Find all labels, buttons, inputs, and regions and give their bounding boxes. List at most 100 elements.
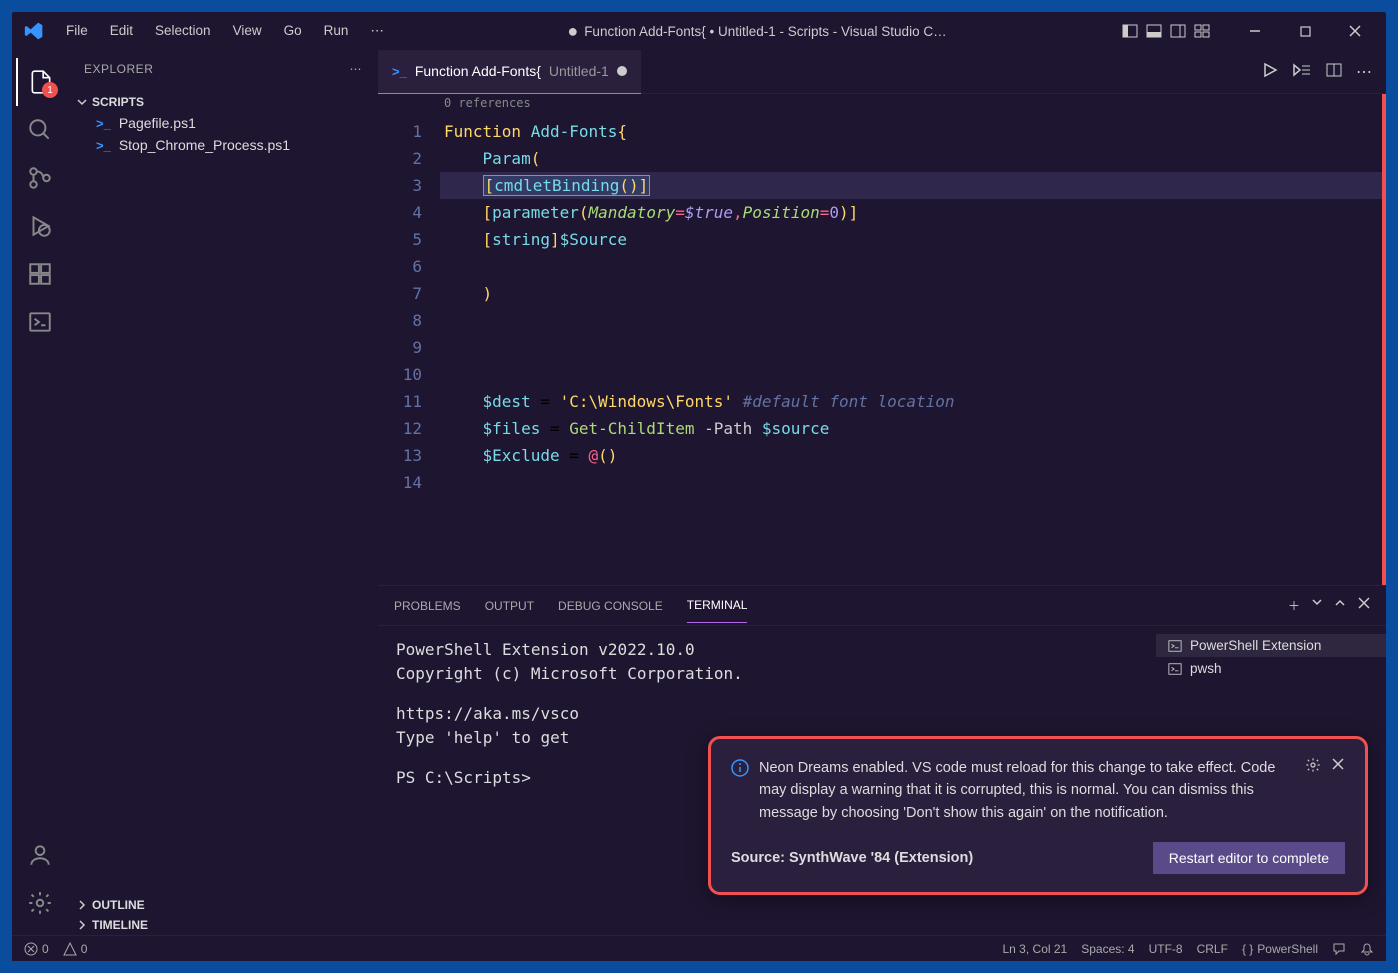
close-panel-icon[interactable]	[1358, 597, 1370, 614]
file-pagefile[interactable]: >_ Pagefile.ps1	[68, 112, 378, 134]
menu-run[interactable]: Run	[314, 19, 359, 43]
explorer-sidebar: EXPLORER ⋯ SCRIPTS >_ Pagefile.ps1 >_ St…	[68, 50, 378, 935]
maximize-panel-icon[interactable]	[1334, 597, 1346, 614]
minimize-button[interactable]	[1232, 12, 1278, 50]
window-controls	[1232, 12, 1378, 50]
activity-settings-icon[interactable]	[16, 879, 64, 927]
terminal-icon	[1168, 662, 1182, 676]
sb-encoding[interactable]: UTF-8	[1149, 942, 1183, 956]
window-title: ● Function Add-Fonts{ • Untitled-1 - Scr…	[394, 21, 1120, 42]
sb-language[interactable]: { } PowerShell	[1242, 942, 1318, 956]
activity-bar: 1	[12, 50, 68, 935]
chevron-down-icon	[76, 96, 88, 108]
activity-search-icon[interactable]	[16, 106, 64, 154]
info-icon	[731, 759, 749, 777]
editor-area: >_ Function Add-Fonts{ Untitled-1 ⋯ 1 2 …	[378, 50, 1386, 935]
chevron-right-icon	[76, 919, 88, 931]
terminal-line: Copyright (c) Microsoft Corporation.	[396, 662, 1138, 686]
activity-debug-icon[interactable]	[16, 202, 64, 250]
dirty-indicator-icon: ●	[567, 21, 578, 42]
restart-editor-button[interactable]: Restart editor to complete	[1153, 842, 1345, 874]
terminal-item-pwsh[interactable]: pwsh	[1156, 657, 1386, 680]
terminal-label: PowerShell Extension	[1190, 638, 1321, 653]
file-stop-chrome[interactable]: >_ Stop_Chrome_Process.ps1	[68, 134, 378, 156]
panel-tab-terminal[interactable]: TERMINAL	[687, 588, 748, 623]
file-label: Pagefile.ps1	[119, 115, 196, 131]
menu-more-icon[interactable]: ⋯	[360, 19, 394, 43]
explorer-more-icon[interactable]: ⋯	[350, 62, 363, 76]
terminal-label: pwsh	[1190, 661, 1222, 676]
run-icon[interactable]	[1262, 62, 1278, 82]
powershell-file-icon: >_	[392, 64, 407, 79]
explorer-header: EXPLORER ⋯	[68, 50, 378, 88]
menubar: File Edit Selection View Go Run ⋯	[56, 19, 394, 43]
main-area: 1 EXPLORER ⋯ SCRIPTS	[12, 50, 1386, 935]
notification-toast: Neon Dreams enabled. VS code must reload…	[708, 736, 1368, 895]
notification-close-icon[interactable]	[1331, 757, 1345, 773]
chevron-right-icon	[76, 899, 88, 911]
terminal-icon	[1168, 639, 1182, 653]
panel-tab-problems[interactable]: PROBLEMS	[394, 589, 461, 623]
section-title-label: SCRIPTS	[92, 95, 144, 109]
panel-tab-output[interactable]: OUTPUT	[485, 589, 534, 623]
file-label: Stop_Chrome_Process.ps1	[119, 137, 290, 153]
terminal-line: https://aka.ms/vsco	[396, 702, 1138, 726]
sb-feedback-icon[interactable]	[1332, 942, 1346, 956]
terminal-dropdown-icon[interactable]	[1312, 597, 1322, 614]
gutter: 1 2 3 4 5 6 7 8 9 10 11 12 13 14	[378, 94, 440, 585]
toggle-panel-icon[interactable]	[1144, 21, 1164, 41]
warning-icon	[63, 942, 77, 956]
sb-eol[interactable]: CRLF	[1197, 942, 1228, 956]
menu-view[interactable]: View	[223, 19, 272, 43]
toggle-secondary-sidebar-icon[interactable]	[1168, 21, 1188, 41]
activity-powershell-icon[interactable]	[16, 298, 64, 346]
section-outline[interactable]: OUTLINE	[68, 895, 378, 915]
terminal-item-ps-ext[interactable]: PowerShell Extension	[1156, 634, 1386, 657]
braces-icon: { }	[1242, 942, 1253, 956]
powershell-file-icon: >_	[96, 138, 111, 153]
menu-selection[interactable]: Selection	[145, 19, 221, 43]
notification-gear-icon[interactable]	[1305, 757, 1321, 773]
titlebar: File Edit Selection View Go Run ⋯ ● Func…	[12, 12, 1386, 50]
explorer-badge: 1	[42, 82, 58, 98]
menu-file[interactable]: File	[56, 19, 98, 43]
split-editor-icon[interactable]	[1326, 62, 1342, 82]
activity-source-control-icon[interactable]	[16, 154, 64, 202]
vscode-logo-icon	[24, 21, 44, 41]
close-button[interactable]	[1332, 12, 1378, 50]
code-area[interactable]: 0 references Function Add-Fonts{ Param( …	[440, 94, 1386, 585]
tab-subtitle: Untitled-1	[549, 63, 609, 79]
run-selection-icon[interactable]	[1292, 62, 1312, 82]
code-editor[interactable]: 1 2 3 4 5 6 7 8 9 10 11 12 13 14	[378, 94, 1386, 585]
section-scripts[interactable]: SCRIPTS	[68, 92, 378, 112]
toggle-primary-sidebar-icon[interactable]	[1120, 21, 1140, 41]
panel-tab-debug-console[interactable]: DEBUG CONSOLE	[558, 589, 663, 623]
editor-more-icon[interactable]: ⋯	[1356, 62, 1372, 82]
explorer-title: EXPLORER	[84, 62, 153, 76]
activity-extensions-icon[interactable]	[16, 250, 64, 298]
customize-layout-icon[interactable]	[1192, 21, 1212, 41]
app-window: File Edit Selection View Go Run ⋯ ● Func…	[12, 12, 1386, 961]
tab-bar: >_ Function Add-Fonts{ Untitled-1 ⋯	[378, 50, 1386, 94]
statusbar: 0 0 Ln 3, Col 21 Spaces: 4 UTF-8 CRLF { …	[12, 935, 1386, 961]
powershell-file-icon: >_	[96, 116, 111, 131]
sb-cursor-position[interactable]: Ln 3, Col 21	[1003, 942, 1068, 956]
maximize-button[interactable]	[1282, 12, 1328, 50]
sb-warnings[interactable]: 0	[63, 942, 88, 956]
new-terminal-icon[interactable]: ＋	[1288, 597, 1300, 614]
menu-edit[interactable]: Edit	[100, 19, 143, 43]
section-timeline[interactable]: TIMELINE	[68, 915, 378, 935]
sb-spaces[interactable]: Spaces: 4	[1081, 942, 1134, 956]
codelens[interactable]: 0 references	[440, 96, 1386, 118]
tab-dirty-icon	[617, 66, 627, 76]
activity-account-icon[interactable]	[16, 831, 64, 879]
menu-go[interactable]: Go	[274, 19, 312, 43]
layout-controls	[1120, 21, 1212, 41]
sb-bell-icon[interactable]	[1360, 942, 1374, 956]
sb-errors[interactable]: 0	[24, 942, 49, 956]
outline-label: OUTLINE	[92, 898, 145, 912]
activity-explorer-icon[interactable]: 1	[16, 58, 64, 106]
title-text: Function Add-Fonts{ • Untitled-1 - Scrip…	[584, 24, 946, 39]
editor-tab[interactable]: >_ Function Add-Fonts{ Untitled-1	[378, 50, 641, 94]
error-icon	[24, 942, 38, 956]
